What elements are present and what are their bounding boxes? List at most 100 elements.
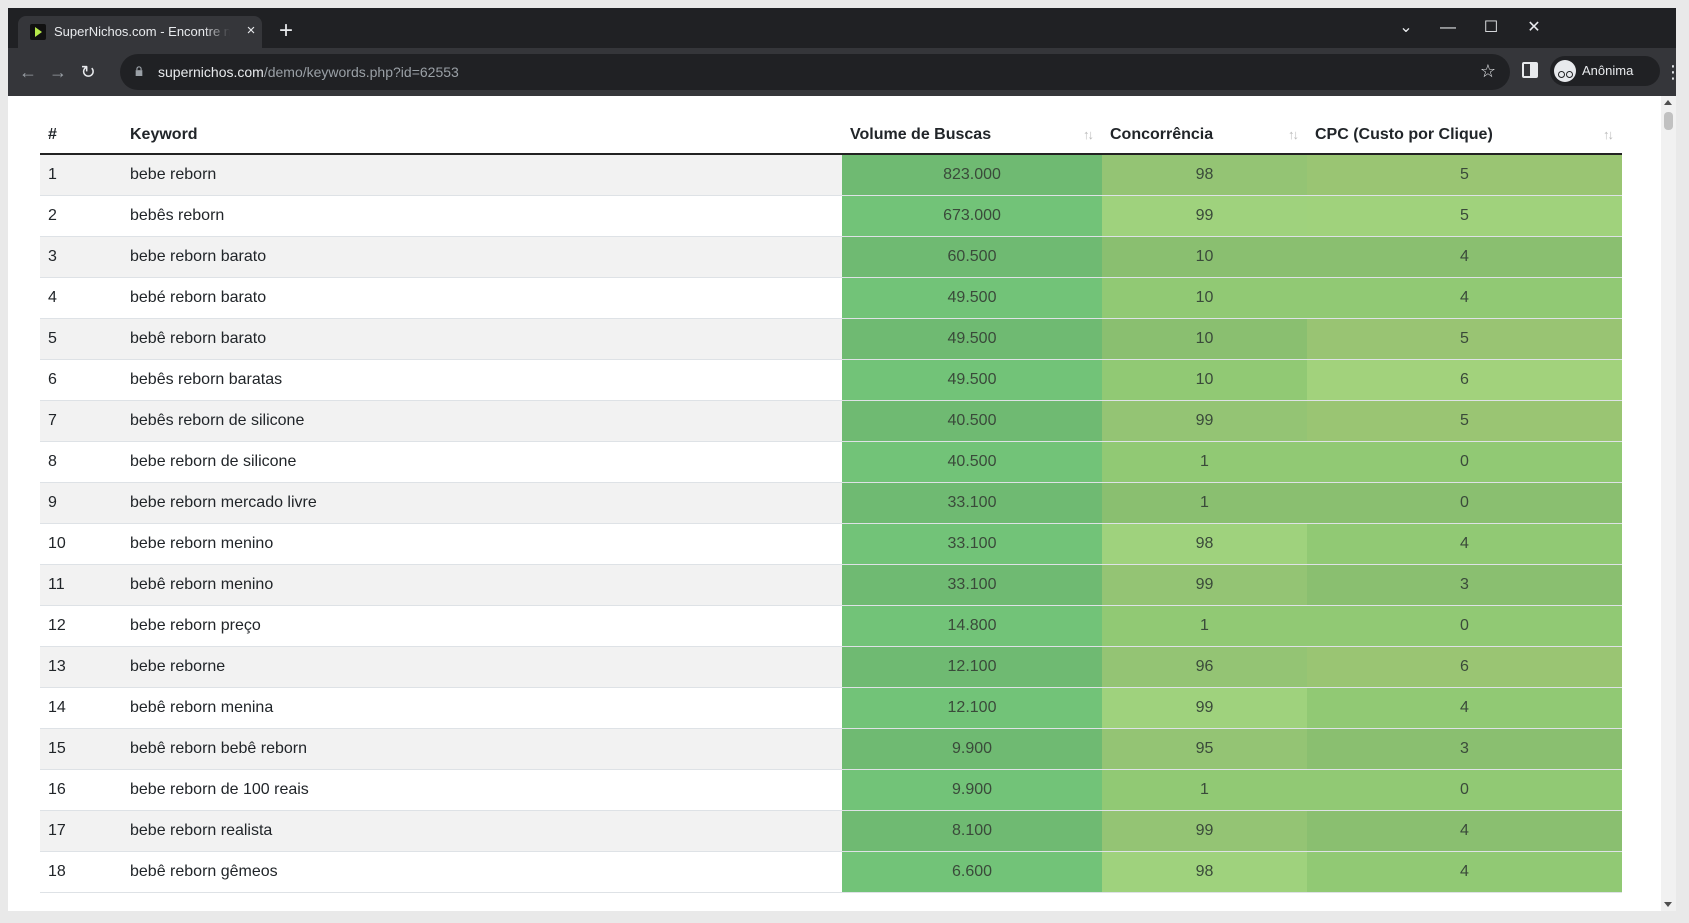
row-index: 17 <box>40 810 122 852</box>
volume-cell: 60.500 <box>842 236 1102 278</box>
volume-cell: 49.500 <box>842 277 1102 319</box>
keywords-table: # Keyword Volume de Buscas ↑↓ Concorrênci… <box>40 116 1622 893</box>
reload-icon[interactable]: ↻ <box>76 60 100 84</box>
competition-cell: 10 <box>1102 277 1307 319</box>
new-tab-button[interactable]: + <box>274 19 298 44</box>
table-row: 15 bebê reborn bebê reborn 9.900 95 3 <box>40 728 1622 770</box>
header-volume-label: Volume de Buscas <box>850 125 992 143</box>
cpc-cell: 6 <box>1307 646 1622 688</box>
volume-cell: 9.900 <box>842 728 1102 770</box>
competition-cell: 98 <box>1102 523 1307 565</box>
keyword-cell: bebê reborn barato <box>122 318 842 360</box>
cpc-cell: 0 <box>1307 605 1622 647</box>
row-index: 18 <box>40 851 122 893</box>
cpc-cell: 3 <box>1307 728 1622 770</box>
volume-cell: 14.800 <box>842 605 1102 647</box>
volume-cell: 6.600 <box>842 851 1102 893</box>
row-index: 11 <box>40 564 122 606</box>
minimize-button[interactable]: — <box>1434 16 1462 40</box>
row-index: 13 <box>40 646 122 688</box>
header-volume[interactable]: Volume de Buscas ↑↓ <box>842 116 1102 155</box>
browser-tab[interactable]: SuperNichos.com - Encontre nichos × <box>18 16 262 48</box>
scroll-thumb[interactable] <box>1664 112 1673 130</box>
forward-icon[interactable]: → <box>46 60 70 84</box>
row-index: 15 <box>40 728 122 770</box>
competition-cell: 95 <box>1102 728 1307 770</box>
side-panel-icon[interactable] <box>1522 62 1538 78</box>
close-tab-icon[interactable]: × <box>242 22 260 40</box>
maximize-button[interactable]: ☐ <box>1477 16 1505 40</box>
row-index: 4 <box>40 277 122 319</box>
scroll-down-icon[interactable] <box>1664 902 1672 907</box>
volume-cell: 673.000 <box>842 195 1102 237</box>
volume-cell: 9.900 <box>842 769 1102 811</box>
row-index: 5 <box>40 318 122 360</box>
cpc-cell: 0 <box>1307 769 1622 811</box>
header-cpc[interactable]: CPC (Custo por Clique) ↑↓ <box>1307 116 1622 155</box>
table-row: 7 bebês reborn de silicone 40.500 99 5 <box>40 400 1622 442</box>
keyword-cell: bebe reborn <box>122 154 842 196</box>
competition-cell: 99 <box>1102 564 1307 606</box>
keyword-cell: bebe reborne <box>122 646 842 688</box>
cpc-cell: 5 <box>1307 154 1622 196</box>
keyword-cell: bebe reborn de 100 reais <box>122 769 842 811</box>
back-icon[interactable]: ← <box>16 60 40 84</box>
menu-icon[interactable]: ⋮ <box>1664 60 1676 84</box>
table-row: 17 bebe reborn realista 8.100 99 4 <box>40 810 1622 852</box>
keyword-cell: bebê reborn menina <box>122 687 842 729</box>
header-keyword: Keyword <box>122 116 842 155</box>
row-index: 2 <box>40 195 122 237</box>
table-row: 18 bebê reborn gêmeos 6.600 98 4 <box>40 851 1622 893</box>
cpc-cell: 5 <box>1307 195 1622 237</box>
close-window-button[interactable]: ✕ <box>1520 16 1548 40</box>
cpc-cell: 4 <box>1307 236 1622 278</box>
address-bar[interactable]: supernichos.com/demo/keywords.php?id=625… <box>120 54 1510 90</box>
sort-icon[interactable]: ↑↓ <box>1603 127 1614 142</box>
incognito-profile-button[interactable]: Anônima <box>1550 56 1660 86</box>
table-row: 11 bebê reborn menino 33.100 99 3 <box>40 564 1622 606</box>
keyword-cell: bebês reborn baratas <box>122 359 842 401</box>
volume-cell: 40.500 <box>842 441 1102 483</box>
sort-icon[interactable]: ↑↓ <box>1083 127 1094 142</box>
star-icon[interactable]: ☆ <box>1480 61 1496 82</box>
competition-cell: 99 <box>1102 195 1307 237</box>
volume-cell: 33.100 <box>842 564 1102 606</box>
keyword-cell: bebe reborn preço <box>122 605 842 647</box>
table-row: 12 bebe reborn preço 14.800 1 0 <box>40 605 1622 647</box>
vertical-scrollbar[interactable] <box>1661 96 1676 911</box>
keyword-cell: bebês reborn de silicone <box>122 400 842 442</box>
tab-strip: SuperNichos.com - Encontre nichos × + ⌄ … <box>8 8 1676 48</box>
keyword-cell: bebe reborn realista <box>122 810 842 852</box>
keyword-cell: bebe reborn barato <box>122 236 842 278</box>
row-index: 14 <box>40 687 122 729</box>
url-host: supernichos.com <box>158 64 264 80</box>
table-row: 14 bebê reborn menina 12.100 99 4 <box>40 687 1622 729</box>
row-index: 8 <box>40 441 122 483</box>
header-index: # <box>40 116 122 155</box>
sort-icon[interactable]: ↑↓ <box>1288 127 1299 142</box>
volume-cell: 49.500 <box>842 359 1102 401</box>
lock-icon <box>135 66 143 76</box>
volume-cell: 823.000 <box>842 154 1102 196</box>
header-competition[interactable]: Concorrência ↑↓ <box>1102 116 1307 155</box>
header-cpc-label: CPC (Custo por Clique) <box>1315 125 1493 143</box>
row-index: 6 <box>40 359 122 401</box>
cpc-cell: 5 <box>1307 318 1622 360</box>
competition-cell: 98 <box>1102 851 1307 893</box>
competition-cell: 10 <box>1102 359 1307 401</box>
keyword-cell: bebês reborn <box>122 195 842 237</box>
header-competition-label: Concorrência <box>1110 125 1214 143</box>
table-header-row: # Keyword Volume de Buscas ↑↓ Concorrênci… <box>40 116 1622 155</box>
incognito-icon <box>1554 60 1576 82</box>
row-index: 1 <box>40 154 122 196</box>
tab-search-icon[interactable]: ⌄ <box>1392 16 1420 40</box>
table-row: 1 bebe reborn 823.000 98 5 <box>40 154 1622 196</box>
competition-cell: 99 <box>1102 400 1307 442</box>
keyword-cell: bebê reborn bebê reborn <box>122 728 842 770</box>
volume-cell: 33.100 <box>842 482 1102 524</box>
tab-title: SuperNichos.com - Encontre nichos <box>54 24 230 39</box>
scroll-up-icon[interactable] <box>1664 100 1672 105</box>
competition-cell: 1 <box>1102 441 1307 483</box>
url-path: /demo/keywords.php?id=62553 <box>263 64 459 80</box>
keyword-cell: bebê reborn menino <box>122 564 842 606</box>
